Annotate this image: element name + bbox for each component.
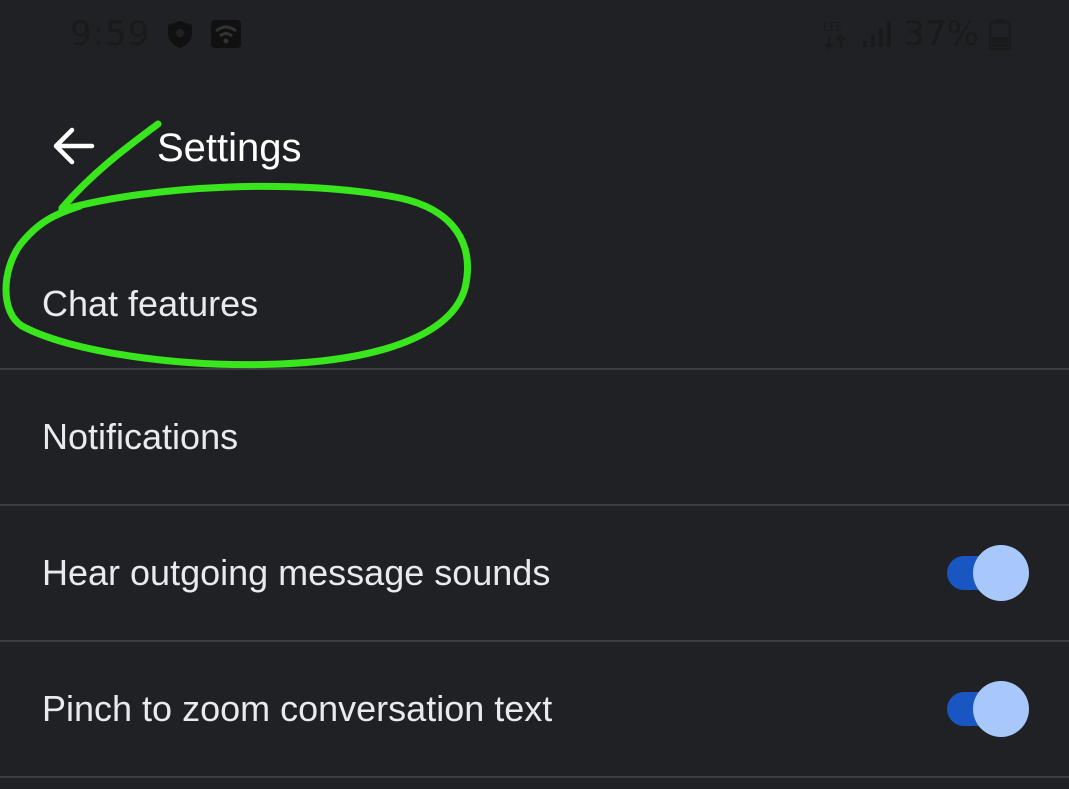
settings-item-outgoing-sounds[interactable]: Hear outgoing message sounds xyxy=(0,506,1069,642)
settings-item-notifications[interactable]: Notifications xyxy=(0,370,1069,506)
app-toolbar: Settings xyxy=(0,92,1069,204)
settings-item-chat-features[interactable]: Chat features xyxy=(0,232,1069,370)
lte-label: LTE xyxy=(823,20,843,34)
settings-item-pinch-to-zoom[interactable]: Pinch to zoom conversation text xyxy=(0,642,1069,778)
settings-list: Chat features Notifications Hear outgoin… xyxy=(0,232,1069,778)
back-button[interactable] xyxy=(44,120,104,176)
status-right: LTE 37% xyxy=(821,14,1011,54)
toggle-thumb xyxy=(973,545,1029,601)
page-title: Settings xyxy=(157,126,302,170)
status-left: 9:59 xyxy=(70,14,242,54)
settings-item-label: Hear outgoing message sounds xyxy=(42,552,551,593)
status-time: 9:59 xyxy=(70,14,151,54)
battery-percent: 37% xyxy=(903,14,979,54)
wifi-hotspot-icon xyxy=(210,19,242,49)
settings-screen: 9:59 LTE 37% Settings Chat features Noti… xyxy=(0,0,1069,789)
shield-icon xyxy=(166,19,194,49)
status-bar: 9:59 LTE 37% xyxy=(0,0,1069,68)
outgoing-sounds-toggle[interactable] xyxy=(945,545,1029,601)
settings-item-label: Notifications xyxy=(42,416,239,457)
toggle-thumb xyxy=(973,681,1029,737)
settings-item-label: Chat features xyxy=(42,283,259,324)
signal-icon xyxy=(861,19,893,49)
lte-icon: LTE xyxy=(821,18,851,50)
pinch-to-zoom-toggle[interactable] xyxy=(945,681,1029,737)
battery-icon xyxy=(989,18,1011,50)
settings-item-label: Pinch to zoom conversation text xyxy=(42,688,553,729)
arrow-back-icon xyxy=(52,126,96,171)
